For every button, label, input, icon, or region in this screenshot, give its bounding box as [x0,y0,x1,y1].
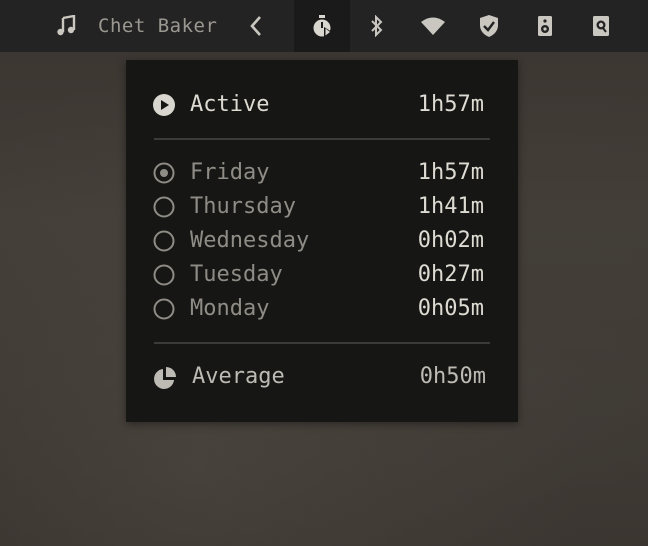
day-value: 1h57m [417,160,484,185]
radio-icon[interactable] [153,264,175,286]
stopwatch-icon[interactable] [294,0,350,52]
day-value: 0h05m [417,296,484,321]
day-row-thursday[interactable]: Thursday 1h41m [126,190,518,224]
radio-icon[interactable] [153,298,175,320]
play-icon [153,94,175,116]
average-value: 0h50m [419,364,486,389]
chevron-left-icon[interactable] [244,0,268,52]
day-label: Tuesday [190,262,283,287]
speaker-icon[interactable] [530,0,560,52]
average-label: Average [192,364,285,389]
day-row-tuesday[interactable]: Tuesday 0h27m [126,258,518,292]
day-row-wednesday[interactable]: Wednesday 0h02m [126,224,518,258]
divider [154,342,490,344]
pie-chart-icon [153,366,176,389]
radio-selected-icon[interactable] [153,162,175,184]
radio-icon[interactable] [153,196,175,218]
day-label: Monday [190,296,270,321]
day-value: 1h41m [417,194,484,219]
day-label: Thursday [190,194,296,219]
activity-popup: Active 1h57m Friday 1h57m Thursday 1h41m… [126,60,518,422]
day-label: Wednesday [190,228,310,253]
day-value: 0h27m [417,262,484,287]
day-row-friday[interactable]: Friday 1h57m [126,156,518,190]
bluetooth-icon[interactable] [362,0,392,52]
day-value: 0h02m [417,228,484,253]
vpn-shield-icon[interactable] [474,0,504,52]
top-bar: Chet Baker [0,0,648,52]
day-row-monday[interactable]: Monday 0h05m [126,292,518,326]
track-title[interactable]: Chet Baker [98,0,217,52]
divider [154,138,490,140]
day-label: Friday [190,160,270,185]
active-value: 1h57m [417,92,484,117]
radio-icon[interactable] [153,230,175,252]
active-row: Active 1h57m [126,88,518,122]
sound-card-icon[interactable] [586,0,616,52]
music-icon[interactable] [50,0,82,52]
active-label: Active [190,92,270,117]
average-row: Average 0h50m [126,360,518,394]
wifi-icon[interactable] [418,0,448,52]
